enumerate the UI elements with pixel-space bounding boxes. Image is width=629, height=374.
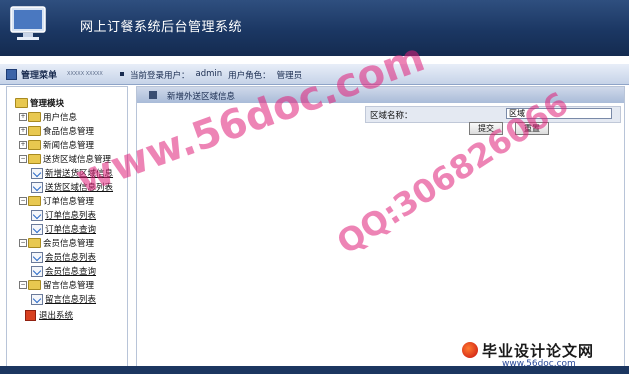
sidebar-item-message-list[interactable]: 留言信息列表 bbox=[31, 293, 96, 305]
menu-title: 管理菜单 bbox=[21, 70, 58, 81]
submit-button[interactable]: 提交 bbox=[469, 122, 503, 135]
edit-icon bbox=[31, 223, 43, 235]
menu-tab[interactable]: 管理菜单 XXXXX XXXXX bbox=[6, 66, 103, 82]
menu-icon bbox=[6, 68, 17, 80]
edit-icon bbox=[31, 181, 43, 193]
brand-logo-icon bbox=[462, 342, 478, 358]
item-label[interactable]: 会员信息列表 bbox=[45, 251, 96, 263]
current-user: admin bbox=[195, 69, 223, 79]
edit-icon bbox=[31, 251, 43, 263]
reset-button[interactable]: 重置 bbox=[515, 122, 549, 135]
group-label: 会员信息管理 bbox=[43, 239, 95, 249]
bullet-icon bbox=[120, 72, 124, 76]
exit-label[interactable]: 退出系统 bbox=[39, 309, 73, 321]
role-label: 用户角色： bbox=[228, 71, 271, 81]
menu-subtitle: XXXXX XXXXX bbox=[67, 71, 103, 77]
sidebar-group-food[interactable]: + 食品信息管理 bbox=[19, 125, 94, 137]
folder-icon bbox=[28, 112, 41, 122]
group-label: 食品信息管理 bbox=[43, 127, 95, 137]
sidebar-group-orders[interactable]: − 订单信息管理 bbox=[19, 195, 94, 207]
bottom-bar bbox=[0, 366, 629, 374]
main-panel: 新增外送区域信息 区域名称： 提交 重置 bbox=[136, 86, 625, 368]
panel-title-bar: 新增外送区域信息 bbox=[137, 87, 624, 103]
title-bullet-icon bbox=[149, 91, 157, 99]
folder-open-icon bbox=[15, 98, 28, 108]
collapse-icon[interactable]: − bbox=[19, 155, 27, 163]
sidebar-group-messages[interactable]: − 留言信息管理 bbox=[19, 279, 94, 291]
edit-icon bbox=[31, 167, 43, 179]
app-title: 网上订餐系统后台管理系统 bbox=[80, 20, 243, 35]
collapse-icon[interactable]: − bbox=[19, 239, 27, 247]
app-header: 网上订餐系统后台管理系统 bbox=[0, 0, 629, 56]
brand-text: 毕业设计论文网 bbox=[482, 342, 595, 360]
group-label: 新闻信息管理 bbox=[43, 141, 95, 151]
role-value: 管理员 bbox=[276, 71, 303, 81]
folder-open-icon bbox=[28, 196, 41, 206]
sidebar-item-order-list[interactable]: 订单信息列表 bbox=[31, 209, 96, 221]
group-label: 用户信息 bbox=[43, 113, 78, 123]
form-row-area-name: 区域名称： bbox=[365, 106, 621, 123]
expand-icon[interactable]: + bbox=[19, 141, 27, 149]
group-label: 送货区域信息管理 bbox=[43, 155, 112, 165]
item-label[interactable]: 留言信息列表 bbox=[45, 293, 96, 305]
folder-open-icon bbox=[28, 154, 41, 164]
tree-root-label: 管理模块 bbox=[30, 99, 65, 109]
item-label[interactable]: 订单信息查询 bbox=[45, 223, 96, 235]
area-name-input[interactable] bbox=[506, 108, 612, 119]
current-user-label: 当前登录用户： bbox=[130, 71, 190, 81]
item-label[interactable]: 新增送货区域信息 bbox=[45, 167, 113, 179]
sidebar-group-delivery[interactable]: − 送货区域信息管理 bbox=[19, 153, 111, 165]
page-title: 新增外送区域信息 bbox=[167, 92, 236, 102]
folder-icon bbox=[28, 126, 41, 136]
sidebar-group-news[interactable]: + 新闻信息管理 bbox=[19, 139, 94, 151]
edit-icon bbox=[31, 293, 43, 305]
area-name-label: 区域名称： bbox=[370, 111, 413, 121]
monitor-icon bbox=[10, 6, 46, 40]
exit-icon bbox=[25, 309, 36, 321]
user-info: 当前登录用户： admin 用户角色： 管理员 bbox=[120, 69, 302, 81]
item-label[interactable]: 会员信息查询 bbox=[45, 265, 96, 277]
tree-root[interactable]: 管理模块 bbox=[15, 97, 64, 109]
folder-open-icon bbox=[28, 238, 41, 248]
edit-icon bbox=[31, 209, 43, 221]
sidebar: 管理模块 + 用户信息 + 食品信息管理 + 新闻信息管理 − 送货区域信息管理… bbox=[6, 86, 128, 368]
sidebar-item-add-delivery-area[interactable]: 新增送货区域信息 bbox=[31, 167, 113, 179]
folder-icon bbox=[28, 140, 41, 150]
sidebar-group-users[interactable]: + 用户信息 bbox=[19, 111, 77, 123]
sidebar-item-member-list[interactable]: 会员信息列表 bbox=[31, 251, 96, 263]
sidebar-group-members[interactable]: − 会员信息管理 bbox=[19, 237, 94, 249]
top-toolbar: 管理菜单 XXXXX XXXXX 当前登录用户： admin 用户角色： 管理员 bbox=[0, 64, 629, 85]
sidebar-item-delivery-area-list[interactable]: 送货区域信息列表 bbox=[31, 181, 113, 193]
edit-icon bbox=[31, 265, 43, 277]
sidebar-item-order-query[interactable]: 订单信息查询 bbox=[31, 223, 96, 235]
sidebar-item-member-query[interactable]: 会员信息查询 bbox=[31, 265, 96, 277]
expand-icon[interactable]: + bbox=[19, 113, 27, 121]
sidebar-item-exit[interactable]: 退出系统 bbox=[25, 309, 73, 321]
group-label: 留言信息管理 bbox=[43, 281, 95, 291]
group-label: 订单信息管理 bbox=[43, 197, 95, 207]
folder-open-icon bbox=[28, 280, 41, 290]
collapse-icon[interactable]: − bbox=[19, 197, 27, 205]
item-label[interactable]: 送货区域信息列表 bbox=[45, 181, 113, 193]
expand-icon[interactable]: + bbox=[19, 127, 27, 135]
collapse-icon[interactable]: − bbox=[19, 281, 27, 289]
item-label[interactable]: 订单信息列表 bbox=[45, 209, 96, 221]
